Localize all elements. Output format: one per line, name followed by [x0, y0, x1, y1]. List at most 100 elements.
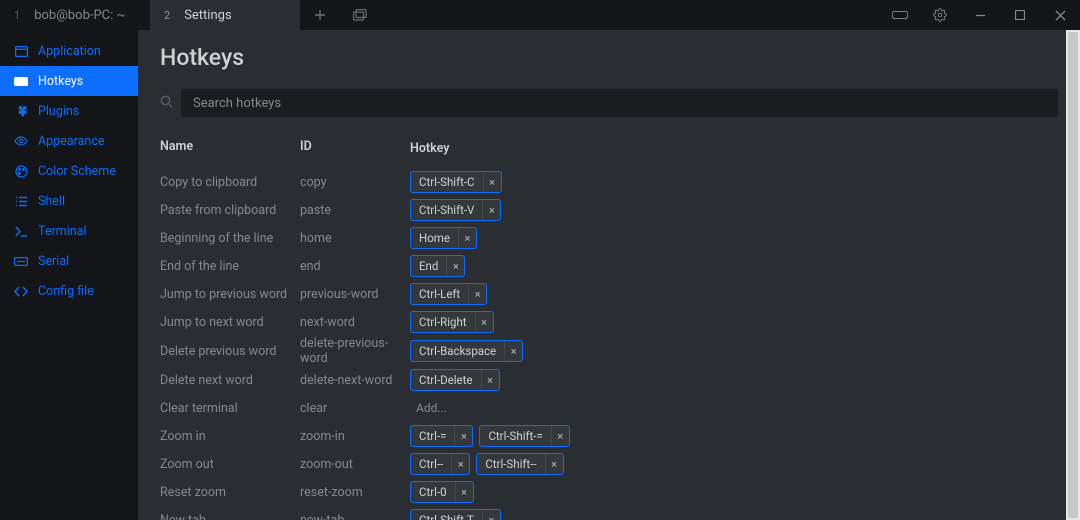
hotkey-id: home [300, 231, 410, 246]
sidebar-item-hotkeys[interactable]: Hotkeys [0, 66, 138, 96]
remove-hotkey-button[interactable]: × [455, 482, 473, 502]
hotkey-name: Delete previous word [160, 344, 300, 359]
gear-icon [933, 8, 947, 22]
tabs-overview-button[interactable] [340, 0, 380, 30]
hotkey-id: new-tab [300, 513, 410, 520]
remove-hotkey-button[interactable]: × [482, 200, 500, 220]
hotkey-name: Zoom out [160, 457, 300, 472]
hotkey-cell: Home× [410, 225, 1058, 251]
hotkey-chip[interactable]: Ctrl-Shift-T× [410, 509, 501, 520]
hotkey-chip[interactable]: Ctrl-Shift-V× [410, 199, 501, 221]
sidebar-item-label: Application [38, 44, 101, 59]
minimize-icon [975, 10, 986, 21]
hotkey-name: Delete next word [160, 373, 300, 388]
hotkey-chip[interactable]: Ctrl-Delete× [410, 369, 500, 391]
hotkey-chip[interactable]: Ctrl-Left× [410, 283, 487, 305]
table-row: Beginning of the linehomeHome× [160, 224, 1058, 252]
hotkey-chip[interactable]: Home× [410, 227, 477, 249]
sidebar-item-label: Serial [38, 254, 69, 269]
titlebar: 1 bob@bob-PC: ~ 2 Settings [0, 0, 1080, 30]
add-hotkey-button[interactable]: Add... [410, 401, 447, 415]
remove-hotkey-button[interactable]: × [451, 454, 469, 474]
tab-settings[interactable]: 2 Settings [150, 0, 300, 30]
hotkey-chip-label: Ctrl-Delete [411, 373, 481, 387]
table-row: New tabnew-tabCtrl-Shift-T× [160, 506, 1058, 520]
keyboard-icon [14, 77, 28, 86]
hotkey-chip[interactable]: Ctrl-0× [410, 481, 474, 503]
table-row: Zoom outzoom-outCtrl--×Ctrl-Shift--× [160, 450, 1058, 478]
hotkey-id: delete-next-word [300, 373, 410, 388]
sidebar-item-shell[interactable]: Shell [0, 186, 138, 216]
sidebar-item-config-file[interactable]: Config file [0, 276, 138, 306]
maximize-icon [1015, 10, 1025, 20]
hotkey-chip[interactable]: Ctrl-=× [410, 425, 473, 447]
hotkey-name: Clear terminal [160, 401, 300, 416]
hotkey-id: paste [300, 203, 410, 218]
hotkey-chip-label: Home [411, 231, 458, 245]
search-input[interactable] [181, 89, 1058, 117]
hotkey-chip-label: Ctrl-Shift-C [411, 175, 483, 189]
minimize-button[interactable] [960, 0, 1000, 30]
sidebar-item-appearance[interactable]: Appearance [0, 126, 138, 156]
remove-hotkey-button[interactable]: × [454, 426, 472, 446]
hotkey-chip-label: Ctrl-Shift-- [477, 457, 544, 471]
sidebar-item-application[interactable]: Application [0, 36, 138, 66]
new-tab-button[interactable] [300, 0, 340, 30]
hotkey-chip-label: Ctrl-Shift-= [480, 429, 550, 443]
hotkey-name: Zoom in [160, 429, 300, 444]
close-button[interactable] [1040, 0, 1080, 30]
table-row: Zoom inzoom-inCtrl-=×Ctrl-Shift-=× [160, 422, 1058, 450]
hotkey-chip-label: Ctrl-Left [411, 287, 468, 301]
hotkey-chip[interactable]: Ctrl-Backspace× [410, 340, 523, 362]
remove-hotkey-button[interactable]: × [504, 341, 522, 361]
remove-hotkey-button[interactable]: × [475, 312, 493, 332]
table-header: Name ID Hotkey [160, 139, 1058, 168]
remove-hotkey-button[interactable]: × [483, 172, 501, 192]
maximize-button[interactable] [1000, 0, 1040, 30]
sidebar-item-label: Appearance [38, 134, 105, 149]
hotkey-chip[interactable]: Ctrl-Right× [410, 311, 494, 333]
remove-hotkey-button[interactable]: × [551, 426, 569, 446]
sidebar-item-terminal[interactable]: Terminal [0, 216, 138, 246]
hotkey-chip[interactable]: Ctrl-Shift-=× [479, 425, 569, 447]
remove-hotkey-button[interactable]: × [481, 370, 499, 390]
hotkey-chip-label: Ctrl-Right [411, 315, 475, 329]
hotkey-chip-label: Ctrl-0 [411, 485, 455, 499]
scrollbar-thumb[interactable] [1068, 32, 1078, 518]
hotkey-cell: Ctrl-Left× [410, 281, 1058, 307]
search-icon [160, 95, 173, 112]
table-row: Clear terminalclearAdd... [160, 394, 1058, 422]
settings-button[interactable] [920, 0, 960, 30]
remove-hotkey-button[interactable]: × [545, 454, 563, 474]
tab-terminal[interactable]: 1 bob@bob-PC: ~ [0, 0, 150, 30]
column-id: ID [300, 139, 410, 158]
tab-index: 1 [14, 9, 20, 22]
remove-hotkey-button[interactable]: × [458, 228, 476, 248]
sidebar-item-serial[interactable]: Serial [0, 246, 138, 276]
sidebar-item-label: Shell [38, 194, 65, 209]
sidebar-item-plugins[interactable]: Plugins [0, 96, 138, 126]
hotkey-chip[interactable]: End× [410, 255, 465, 277]
windows-icon [353, 9, 367, 21]
hotkey-chip[interactable]: Ctrl-Shift-C× [410, 171, 502, 193]
hotkey-name: Reset zoom [160, 485, 300, 500]
keyboard-button[interactable] [880, 0, 920, 30]
hotkey-id: end [300, 259, 410, 274]
remove-hotkey-button[interactable]: × [446, 256, 464, 276]
tab-index: 2 [164, 9, 170, 22]
hotkey-chip[interactable]: Ctrl--× [410, 453, 470, 475]
remove-hotkey-button[interactable]: × [482, 510, 500, 520]
hotkey-cell: Ctrl-Shift-C× [410, 169, 1058, 195]
serial-icon [14, 257, 28, 266]
hotkey-id: zoom-in [300, 429, 410, 444]
hotkey-id: previous-word [300, 287, 410, 302]
hotkey-cell: Ctrl-Shift-V× [410, 197, 1058, 223]
window-scrollbar[interactable] [1066, 30, 1080, 520]
sidebar-item-color-scheme[interactable]: Color Scheme [0, 156, 138, 186]
hotkey-name: Jump to next word [160, 315, 300, 330]
table-row: Jump to next wordnext-wordCtrl-Right× [160, 308, 1058, 336]
hotkey-cell: End× [410, 253, 1058, 279]
remove-hotkey-button[interactable]: × [468, 284, 486, 304]
hotkey-id: reset-zoom [300, 485, 410, 500]
hotkey-chip[interactable]: Ctrl-Shift--× [476, 453, 563, 475]
